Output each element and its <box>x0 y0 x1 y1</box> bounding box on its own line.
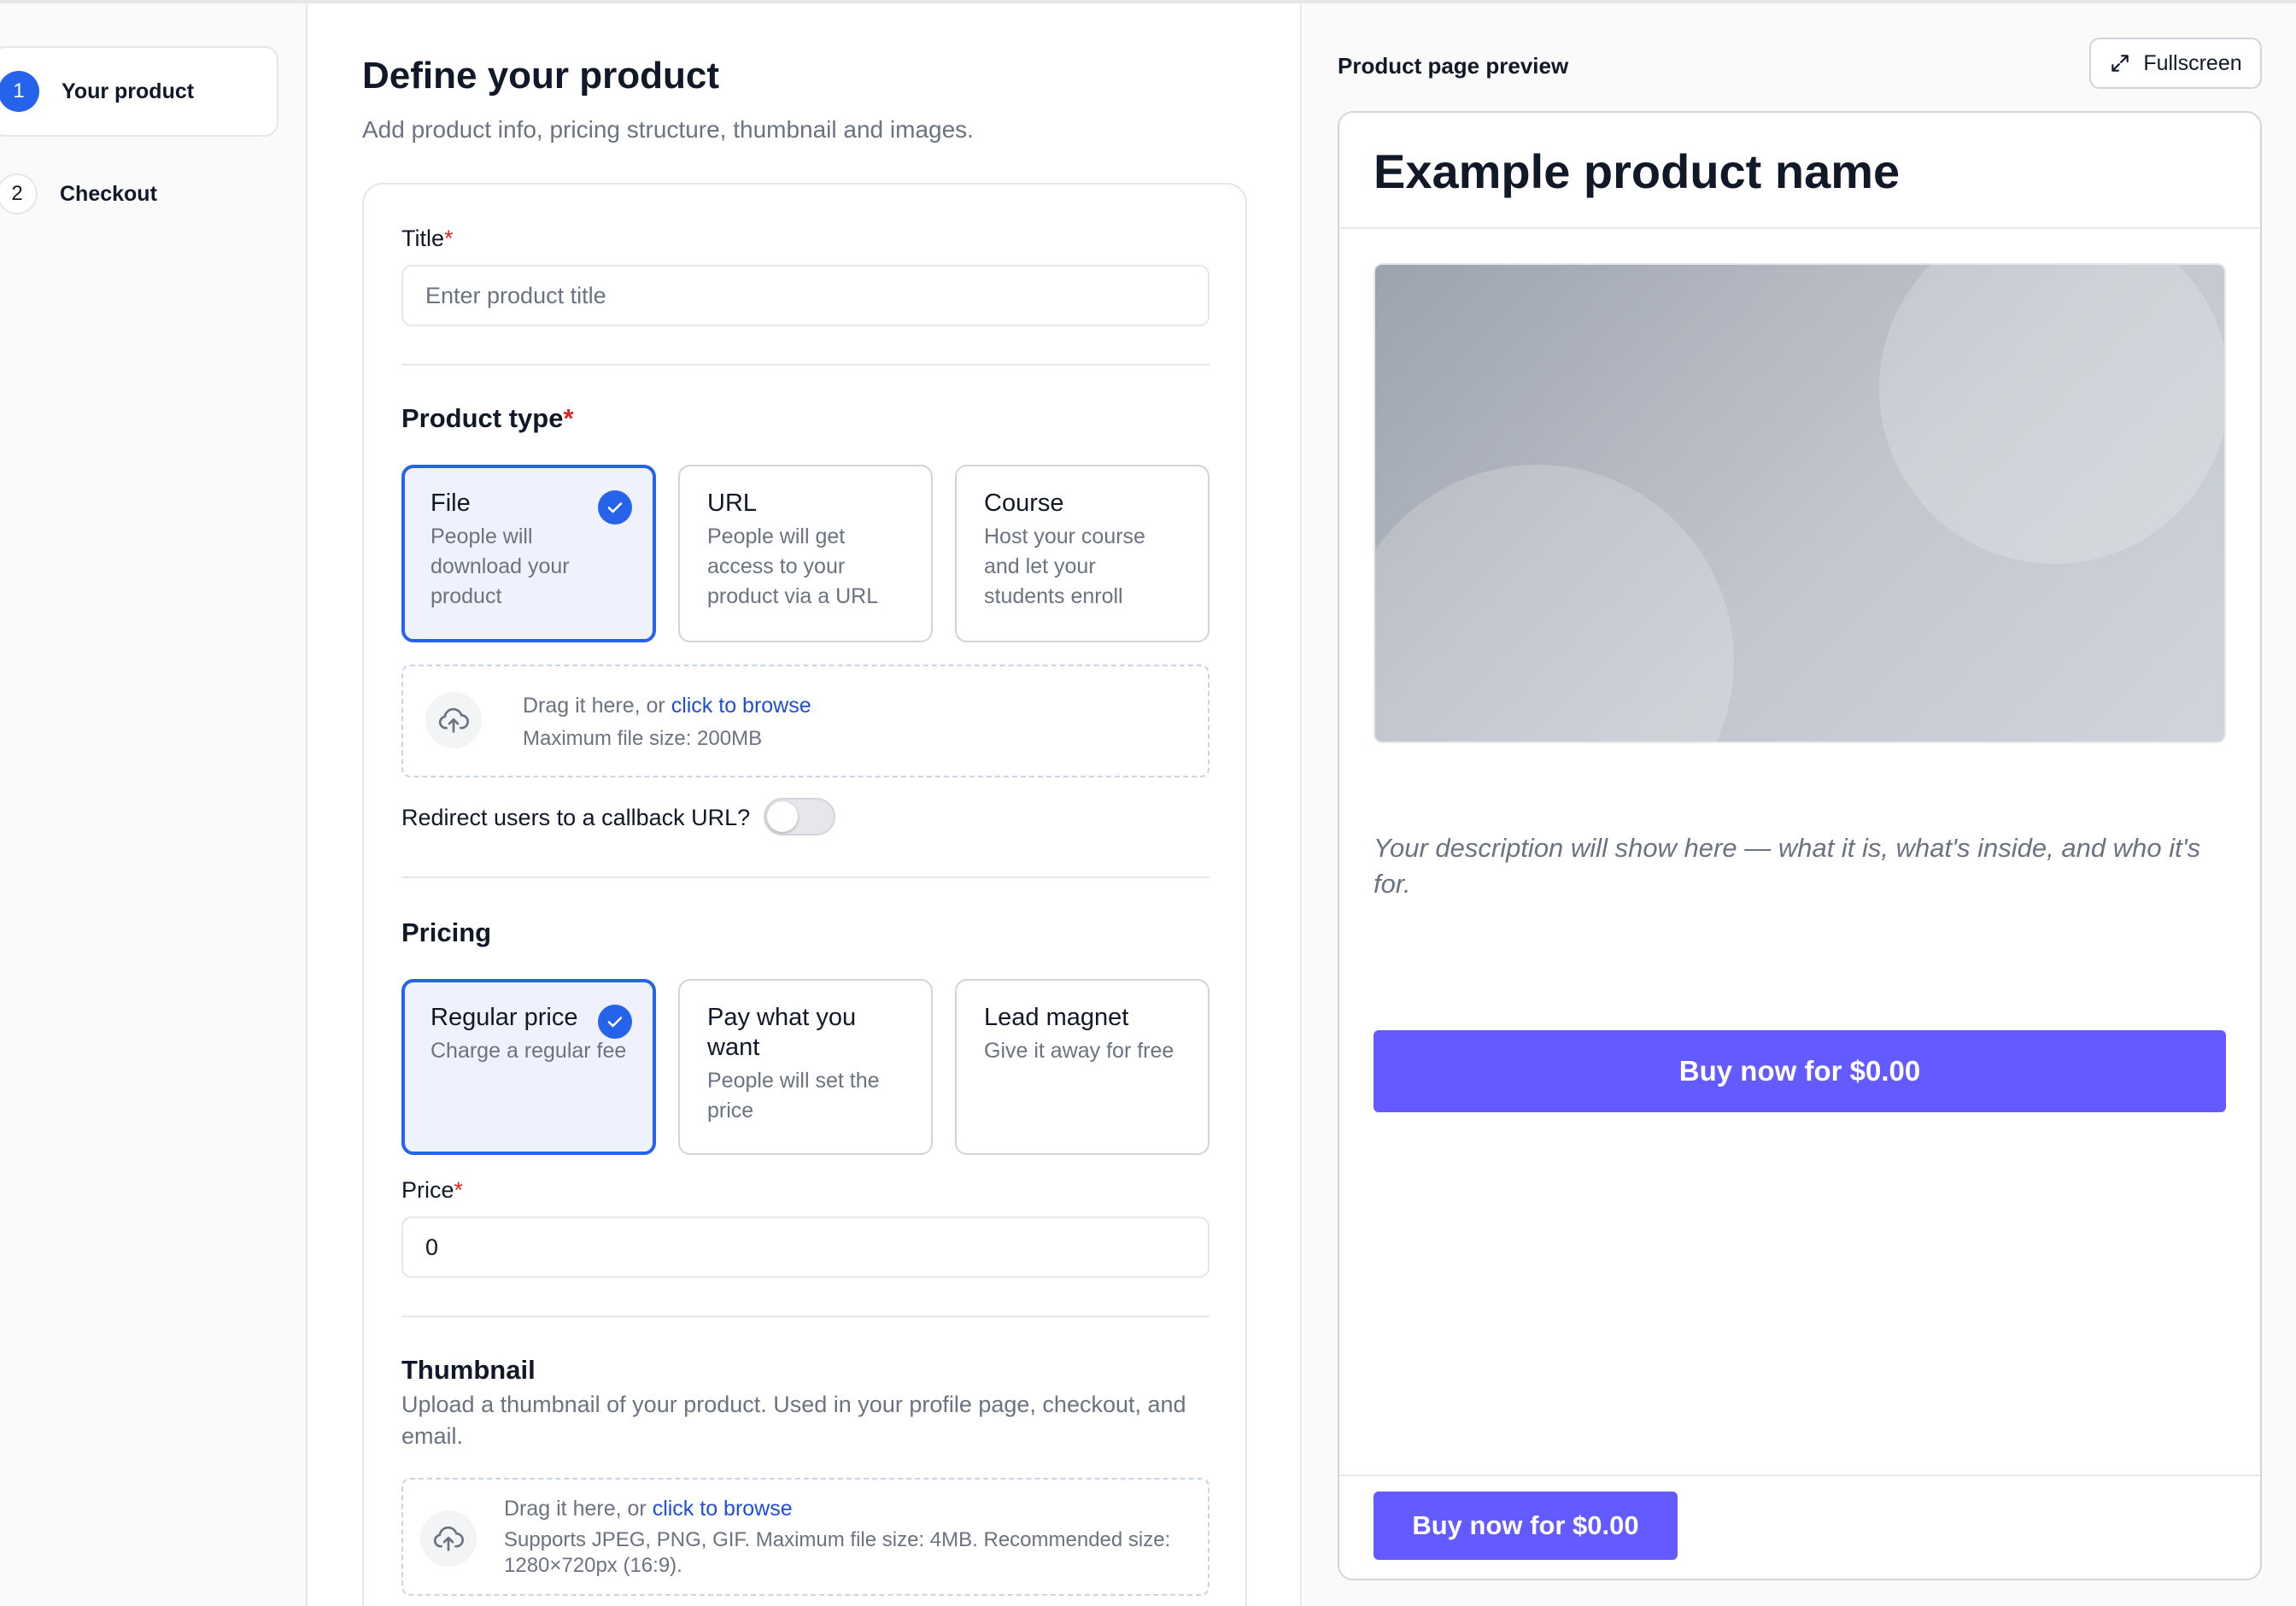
product-preview-column: Product page preview Fullscreen Example … <box>1303 3 2296 1606</box>
step-label: Checkout <box>60 181 157 206</box>
pricing-lead-magnet-option[interactable]: Lead magnet Give it away for free <box>955 979 1210 1155</box>
product-type-title: Product type* <box>401 403 574 434</box>
preview-description: Your description will show here — what i… <box>1374 833 2201 899</box>
browse-link[interactable]: click to browse <box>671 694 811 718</box>
fullscreen-button[interactable]: Fullscreen <box>2089 38 2262 89</box>
price-label: Price* <box>401 1177 463 1204</box>
product-type-title-text: Product type <box>401 403 564 433</box>
option-description: People will download your product <box>430 525 570 608</box>
footer-buy-now-button[interactable]: Buy now for $0.00 <box>1374 1492 1678 1560</box>
divider <box>1339 1474 2260 1476</box>
product-form-column: Define your product Add product info, pr… <box>309 3 1302 1606</box>
option-title: Pay what you want <box>707 1004 857 1061</box>
divider <box>401 876 1210 878</box>
page-subtitle: Add product info, pricing structure, thu… <box>362 116 974 143</box>
redirect-toggle[interactable] <box>764 798 835 835</box>
step-label: Your product <box>62 79 195 103</box>
divider <box>401 364 1210 366</box>
option-description: Give it away for free <box>984 1039 1174 1063</box>
divider <box>1339 227 2260 229</box>
step-checkout[interactable]: 2 Checkout <box>0 149 278 239</box>
product-form-card: Title* Product type* File People will do… <box>362 183 1247 1606</box>
preview-card: Example product name Your description wi… <box>1338 111 2262 1580</box>
preview-product-name: Example product name <box>1374 144 1901 198</box>
product-type-url-option[interactable]: URL People will get access to your produ… <box>678 465 933 642</box>
dropzone-hint: Supports JPEG, PNG, GIF. Maximum file si… <box>504 1528 1171 1577</box>
preview-image-placeholder <box>1374 263 2226 743</box>
title-label-text: Title <box>401 226 445 251</box>
option-title: Course <box>984 489 1064 517</box>
required-mark: * <box>563 403 574 433</box>
pricing-title: Pricing <box>401 917 492 947</box>
steps-sidebar: 1 Your product 2 Checkout <box>0 3 308 1606</box>
product-type-course-option[interactable]: Course Host your course and let your stu… <box>955 465 1210 642</box>
fullscreen-label: Fullscreen <box>2143 50 2242 75</box>
title-label: Title* <box>401 226 454 252</box>
thumbnail-description: Upload a thumbnail of your product. Used… <box>401 1392 1186 1449</box>
dropzone-text: Drag it here, or click to browse <box>523 694 811 718</box>
decorative-circle <box>1375 465 1734 741</box>
option-description: Charge a regular fee <box>430 1039 627 1063</box>
expand-arrows-icon <box>2112 55 2129 72</box>
step-number: 2 <box>0 173 38 214</box>
step-number: 1 <box>0 71 39 112</box>
option-description: People will get access to your product v… <box>707 525 879 608</box>
cloud-upload-icon <box>425 692 482 748</box>
cloud-upload-icon <box>420 1510 477 1567</box>
buy-now-button[interactable]: Buy now for $0.00 <box>1374 1030 2226 1112</box>
divider <box>401 1316 1210 1317</box>
dropzone-hint: Maximum file size: 200MB <box>523 727 763 750</box>
browse-link[interactable]: click to browse <box>653 1497 793 1521</box>
decorative-circle <box>1879 265 2224 564</box>
product-title-input[interactable] <box>401 265 1210 326</box>
redirect-label: Redirect users to a callback URL? <box>401 805 751 830</box>
page-title: Define your product <box>362 55 720 97</box>
toggle-knob <box>767 801 798 832</box>
dropzone-prefix: Drag it here, or <box>523 694 671 718</box>
app-root: 1 Your product 2 Checkout Define your pr… <box>0 0 2296 1606</box>
checkmark-icon <box>598 490 632 525</box>
required-mark: * <box>444 226 454 251</box>
price-label-text: Price <box>401 1177 454 1203</box>
option-title: Lead magnet <box>984 1004 1129 1031</box>
step-your-product[interactable]: 1 Your product <box>0 46 278 137</box>
option-description: People will set the price <box>707 1069 880 1122</box>
pricing-regular-option[interactable]: Regular price Charge a regular fee <box>401 979 656 1155</box>
option-title: URL <box>707 489 758 517</box>
price-input[interactable] <box>401 1216 1210 1278</box>
checkmark-icon <box>598 1005 632 1039</box>
dropzone-text: Drag it here, or click to browse <box>504 1497 793 1521</box>
required-mark: * <box>454 1177 464 1203</box>
file-dropzone[interactable]: Drag it here, or click to browse Maximum… <box>401 665 1210 777</box>
thumbnail-title: Thumbnail <box>401 1355 536 1385</box>
thumbnail-dropzone[interactable]: Drag it here, or click to browse Support… <box>401 1478 1210 1596</box>
product-type-file-option[interactable]: File People will download your product <box>401 465 656 642</box>
option-description: Host your course and let your students e… <box>984 525 1145 608</box>
pricing-pay-what-you-want-option[interactable]: Pay what you want People will set the pr… <box>678 979 933 1155</box>
dropzone-prefix: Drag it here, or <box>504 1497 653 1521</box>
preview-label: Product page preview <box>1338 53 1569 79</box>
